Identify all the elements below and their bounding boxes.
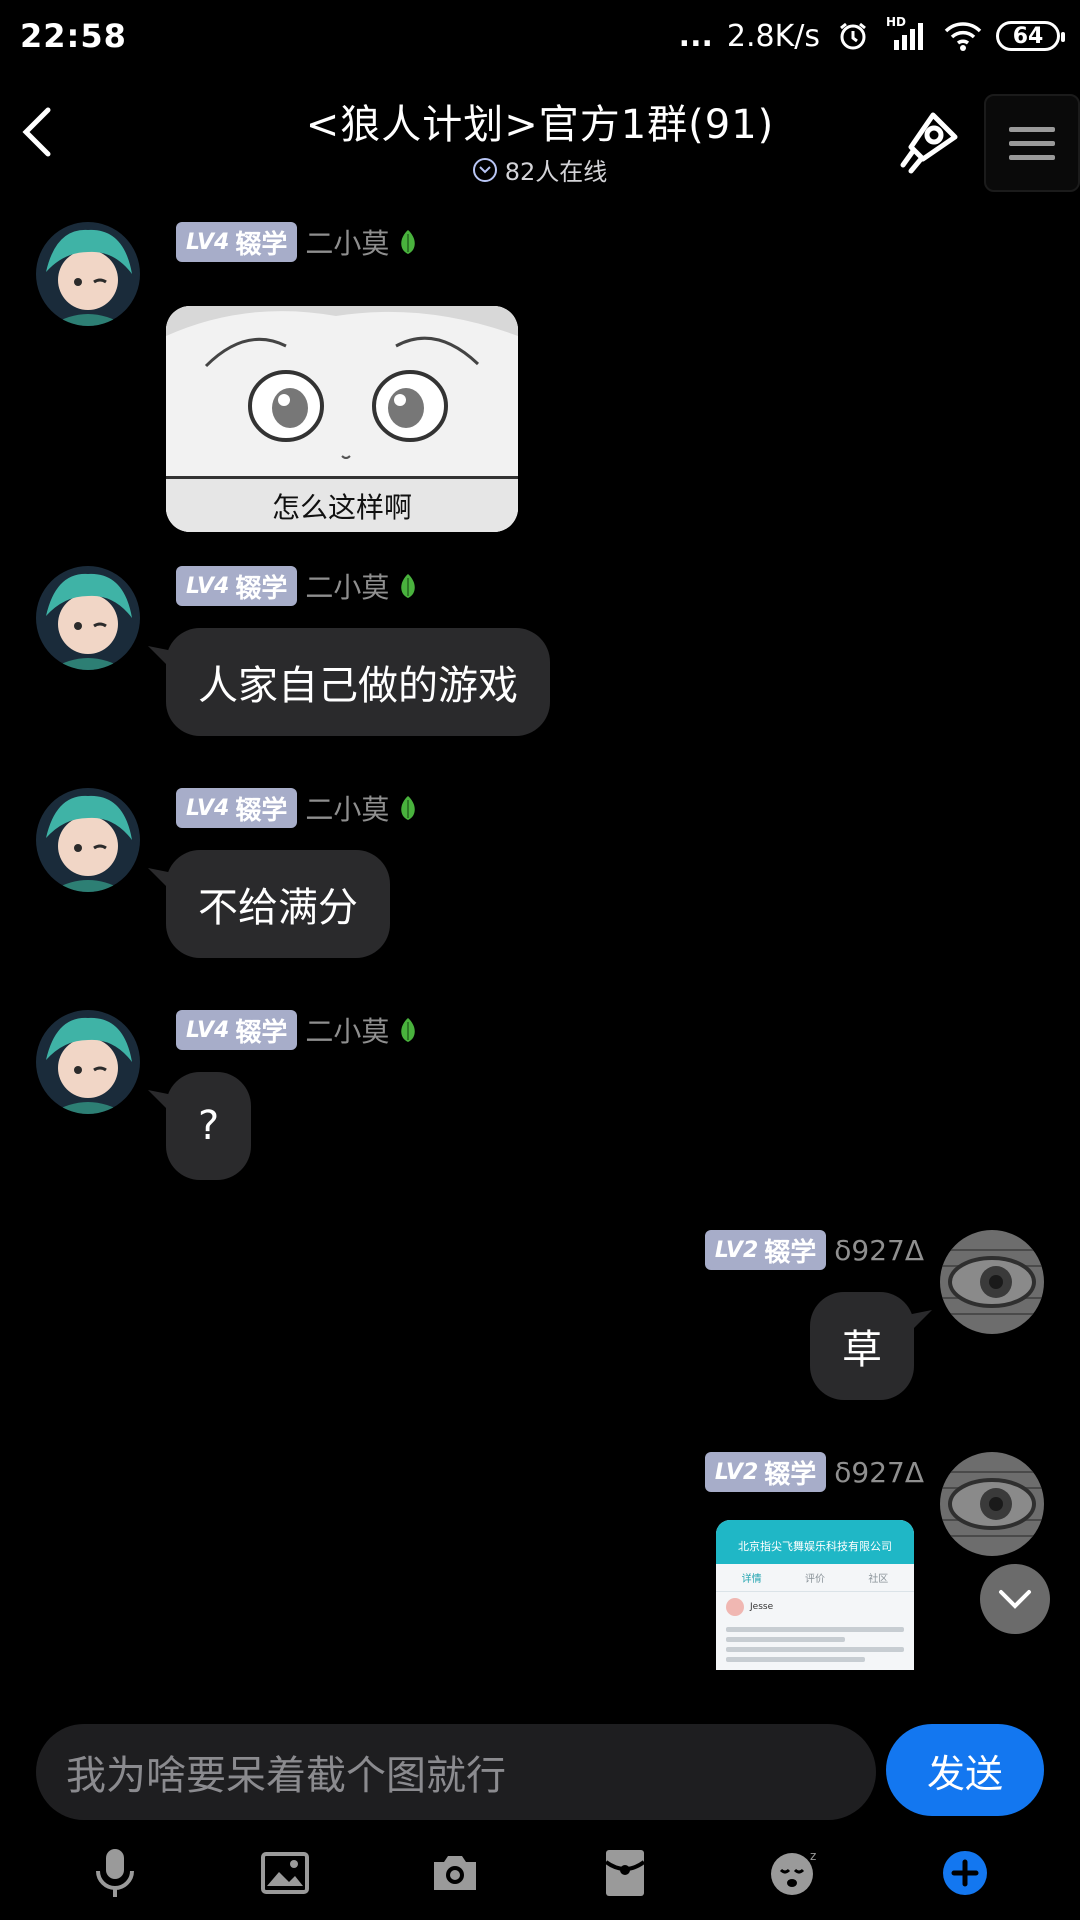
avatar[interactable]: [36, 566, 140, 670]
red-packet-icon[interactable]: [595, 1843, 655, 1903]
level-badge: LV4 辍学: [176, 566, 298, 606]
screenshot-user: Jesse: [716, 1592, 914, 1622]
status-dots: ...: [678, 18, 713, 54]
level-badge: LV2 辍学: [704, 1230, 827, 1270]
text-line: [726, 1657, 865, 1662]
svg-text:z: z: [810, 1849, 816, 1863]
image-icon[interactable]: [255, 1843, 315, 1903]
text-line: [726, 1627, 904, 1632]
network-speed: 2.8K/s: [726, 18, 820, 54]
menu-line: [1009, 140, 1055, 146]
leaf-icon: [401, 574, 416, 598]
input-toolbar: z: [0, 1826, 1080, 1920]
message-bubble[interactable]: 草: [810, 1292, 914, 1400]
scroll-to-bottom-button[interactable]: [980, 1564, 1050, 1634]
image-caption: 怎么这样啊: [271, 491, 412, 524]
screenshot-message[interactable]: 北京指尖飞舞娱乐科技有限公司 详情 评价 社区 Jesse: [716, 1520, 914, 1670]
plus-icon[interactable]: [935, 1843, 995, 1903]
menu-line: [1009, 126, 1055, 132]
sender-name: 二小莫: [305, 1015, 390, 1048]
image-message[interactable]: 怎么这样啊: [166, 306, 518, 532]
message-input[interactable]: [36, 1724, 876, 1820]
send-button[interactable]: 发送: [886, 1724, 1044, 1816]
message-item: LV4 辍学 二小莫 怎么这样啊: [0, 222, 1080, 552]
sender-name: 二小莫: [305, 793, 390, 826]
message-list[interactable]: LV4 辍学 二小莫 怎么这样啊 LV4 辍学 二小莫 人家自己做的游戏 LV4…: [0, 200, 1080, 1670]
message-item: LV2 辍学 δ927Δ 北京指尖飞舞娱乐科技有限公司 详情 评价 社区 Jess…: [0, 1452, 1080, 1670]
battery-indicator: 64: [996, 21, 1065, 51]
message-meta: LV2 辍学 δ927Δ: [704, 1452, 924, 1492]
message-bubble[interactable]: 人家自己做的游戏: [166, 628, 550, 736]
status-bar: 22:58 ... 2.8K/s HD 64: [0, 0, 1080, 72]
rocket-button[interactable]: [890, 102, 970, 182]
level-badge: LV2 辍学: [704, 1452, 827, 1492]
message-meta: LV2 辍学 δ927Δ: [704, 1230, 924, 1270]
message-meta: LV4 辍学 二小莫: [176, 1010, 419, 1050]
sender-name: 二小莫: [305, 571, 390, 604]
chat-header: <狼人计划>官方1群(91) 82人在线: [0, 72, 1080, 192]
sender-name: 二小莫: [305, 227, 390, 260]
text-line: [726, 1647, 904, 1652]
sender-name: δ927Δ: [834, 1233, 924, 1267]
chevron-down-icon: [999, 1590, 1031, 1609]
avatar[interactable]: [36, 1010, 140, 1114]
leaf-icon: [401, 1018, 416, 1042]
hd-label: HD: [886, 15, 907, 29]
menu-line: [1009, 154, 1055, 160]
avatar: [726, 1598, 744, 1616]
chevron-down-circle-icon: [472, 157, 497, 182]
cellular-signal-icon: HD: [886, 15, 930, 55]
screenshot-title: 北京指尖飞舞娱乐科技有限公司: [716, 1520, 914, 1564]
message-item: LV4 辍学 二小莫 人家自己做的游戏: [0, 566, 1080, 746]
leaf-icon: [401, 796, 416, 820]
avatar[interactable]: [940, 1230, 1044, 1334]
online-status[interactable]: 82人在线: [380, 152, 700, 187]
emoji-icon[interactable]: z: [765, 1843, 825, 1903]
level-badge: LV4 辍学: [176, 1010, 298, 1050]
message-item: LV2 辍学 δ927Δ 草: [0, 1230, 1080, 1410]
chevron-left-icon: [22, 107, 51, 157]
battery-level: 64: [1012, 23, 1044, 49]
wifi-icon: [944, 17, 982, 55]
message-meta: LV4 辍学 二小莫: [176, 566, 419, 606]
message-item: LV4 辍学 二小莫 不给满分: [0, 788, 1080, 968]
back-button[interactable]: [12, 102, 62, 162]
message-meta: LV4 辍学 二小莫: [176, 222, 419, 262]
message-bubble[interactable]: ?: [166, 1072, 252, 1180]
camera-icon[interactable]: [425, 1843, 485, 1903]
sender-name: δ927Δ: [834, 1455, 924, 1489]
level-badge: LV4 辍学: [176, 788, 298, 828]
text-line: [726, 1637, 845, 1642]
message-item: LV4 辍学 二小莫 ?: [0, 1010, 1080, 1190]
composer: 发送: [0, 1716, 1080, 1826]
status-time: 22:58: [20, 17, 127, 55]
rocket-icon: [900, 112, 958, 174]
microphone-icon[interactable]: [85, 1843, 145, 1903]
screenshot-tabs: 详情 评价 社区: [716, 1564, 914, 1592]
message-bubble[interactable]: 不给满分: [166, 850, 390, 958]
avatar[interactable]: [36, 788, 140, 892]
message-meta: LV4 辍学 二小莫: [176, 788, 419, 828]
alarm-icon: [834, 17, 872, 55]
status-right: ... 2.8K/s HD 64: [678, 15, 1065, 55]
level-badge: LV4 辍学: [176, 222, 298, 262]
group-title: <狼人计划>官方1群(91): [305, 102, 775, 148]
avatar[interactable]: [940, 1452, 1044, 1556]
menu-button[interactable]: [984, 94, 1080, 192]
leaf-icon: [401, 230, 416, 254]
online-count: 82人在线: [504, 158, 608, 186]
avatar[interactable]: [36, 222, 140, 326]
